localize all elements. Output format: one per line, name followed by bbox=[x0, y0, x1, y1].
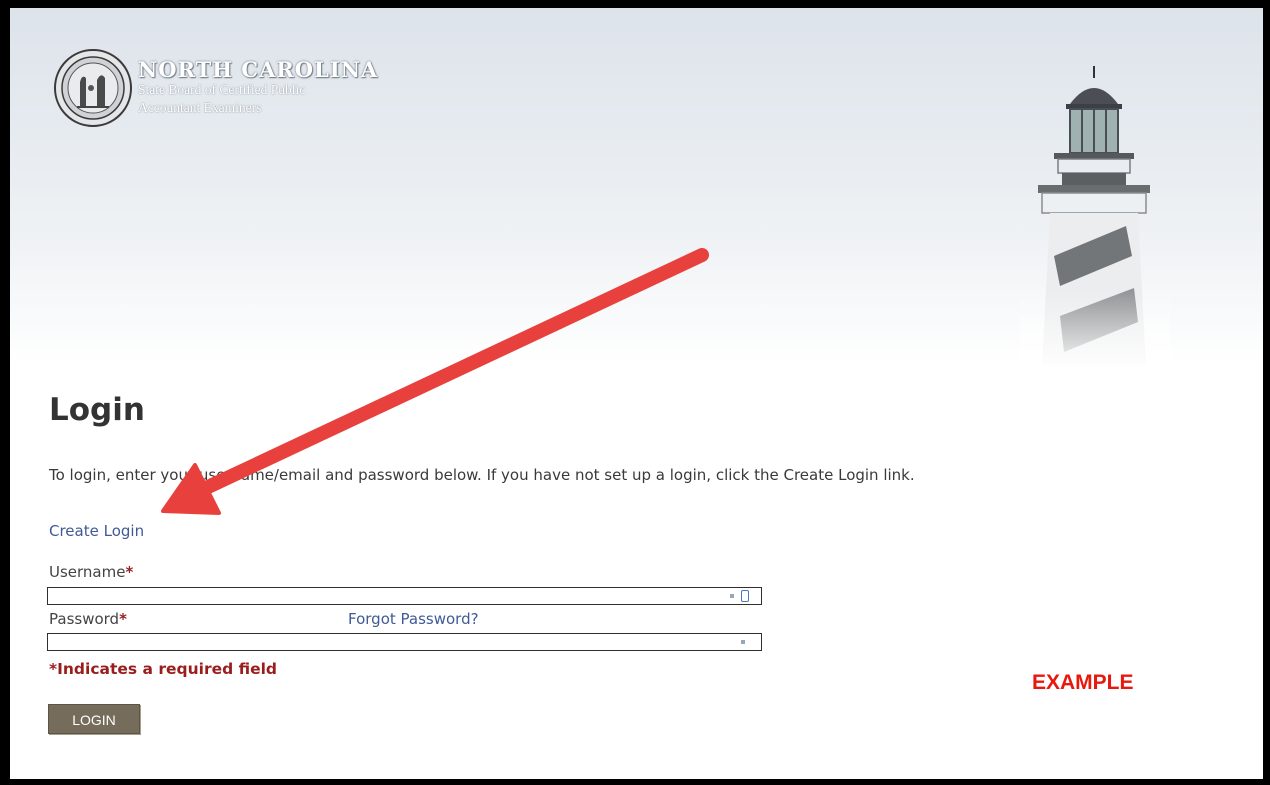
password-label-text: Password bbox=[49, 610, 120, 628]
nc-state-seal-icon bbox=[54, 49, 132, 127]
example-watermark: EXAMPLE bbox=[1032, 671, 1134, 694]
password-input[interactable] bbox=[47, 633, 762, 651]
page-title: Login bbox=[49, 392, 145, 428]
required-asterisk: * bbox=[125, 563, 134, 581]
lighthouse-icon bbox=[1020, 66, 1170, 366]
username-label-text: Username bbox=[49, 563, 126, 581]
login-button[interactable]: LOGIN bbox=[48, 704, 140, 734]
brand-subtitle-line2: Accountant Examiners bbox=[138, 100, 262, 115]
password-label: Password* bbox=[49, 610, 127, 628]
header-banner: NORTH CAROLINA State Board of Certified … bbox=[10, 8, 1263, 366]
autofill-dot-icon bbox=[730, 594, 734, 598]
required-asterisk: * bbox=[119, 610, 127, 628]
login-instructions: To login, enter your username/email and … bbox=[49, 466, 915, 484]
brand-subtitle-line1: State Board of Certified Public bbox=[138, 82, 306, 97]
brand-title: NORTH CAROLINA bbox=[138, 57, 379, 82]
login-page: NORTH CAROLINA State Board of Certified … bbox=[10, 8, 1263, 779]
forgot-password-link[interactable]: Forgot Password? bbox=[348, 610, 479, 628]
password-manager-icon[interactable] bbox=[741, 590, 749, 602]
create-login-link[interactable]: Create Login bbox=[49, 522, 144, 540]
username-label: Username* bbox=[49, 563, 133, 581]
username-input[interactable] bbox=[47, 587, 762, 605]
autofill-dot-icon bbox=[741, 640, 745, 644]
required-field-note: *Indicates a required field bbox=[49, 660, 278, 678]
